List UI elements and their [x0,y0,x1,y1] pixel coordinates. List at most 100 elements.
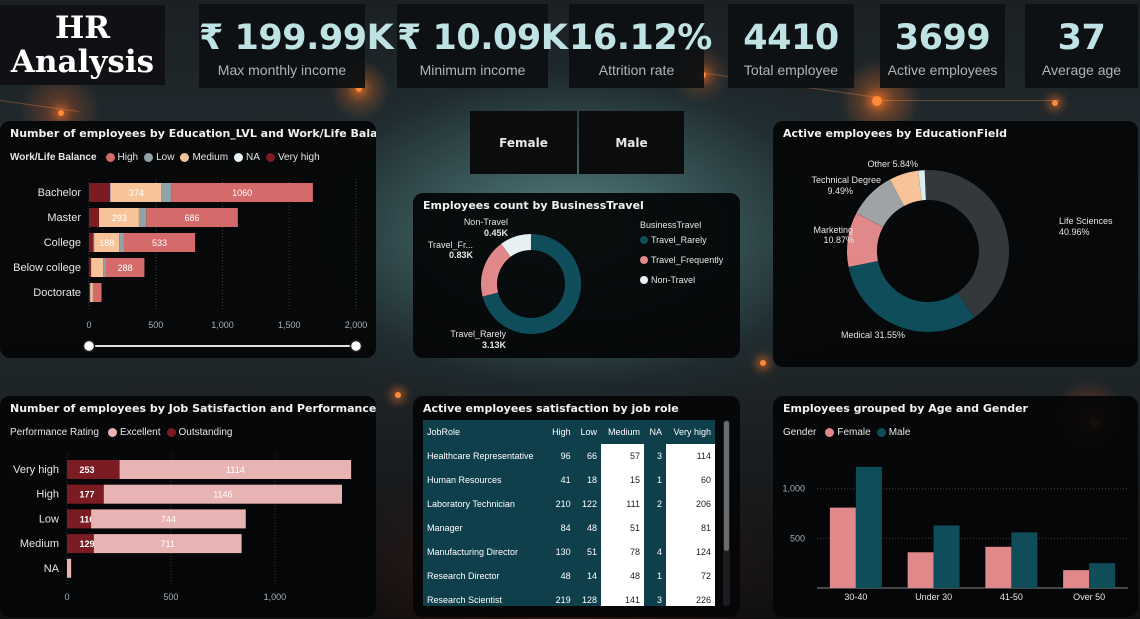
x-tick-label: Under 30 [915,592,952,602]
category-label: Doctorate [33,287,81,299]
bar-segment [89,208,100,227]
female-filter-button[interactable]: Female [470,111,577,174]
bar [829,507,856,588]
job-performance-bar-chart: 0 500 1,000 Very high 253 1114 High 177 1146 Low 1… [13,454,352,602]
background-line [880,100,1060,101]
category-label: High [36,489,59,501]
table-cell: 48 [600,564,644,588]
data-label: 188 [99,238,114,248]
slice-value: 3.13K [482,340,507,350]
dashboard-title: HR Analysis [0,5,165,85]
age-gender-panel: Employees grouped by Age and Gender Gend… [773,396,1138,617]
job-role-table: JobRole High Low Medium NA Very high Hea… [423,420,715,606]
table-cell: 114 [666,444,715,468]
legend-swatch [640,236,648,244]
male-filter-button[interactable]: Male [579,111,684,174]
kpi-label: Active employees [887,62,998,78]
data-label: 711 [161,539,175,549]
education-bar-chart: 0 500 1,000 1,500 2,000 Bachelor 374 1060 Master… [13,179,367,353]
table-row[interactable]: Research Scientist 219 128 141 3 226 [423,588,715,606]
job-role-satisfaction-panel: Active employees satisfaction by job rol… [413,396,740,617]
bar-segment [90,283,93,302]
kpi-total-employee: 4410 Total employee [728,4,854,88]
range-slider-handle-start[interactable] [82,339,96,353]
data-label: 374 [129,188,144,198]
kpi-average-age: 37 Average age [1025,4,1138,88]
table-cell: 111 [600,492,644,516]
bar-segment [92,283,94,302]
title-line-1: HR [54,10,111,46]
column-header-very-high[interactable]: Very high [666,420,715,444]
female-filter-label: Female [499,135,548,150]
table-cell: 51 [600,516,644,540]
table-cell: Manufacturing Director [427,547,519,557]
column-header-jobrole[interactable]: JobRole [423,420,546,444]
background-node [760,360,766,366]
table-cell: 96 [560,451,571,461]
category-label: Master [47,212,81,224]
table-row[interactable]: Healthcare Representative 96 66 57 3 114 [423,444,715,468]
x-tick-label: 0 [86,320,91,330]
legend-item: Travel_Frequently [651,255,724,265]
business-travel-panel: Employees count by BusinessTravel Non-Tr… [413,193,740,358]
x-tick-label: 0 [64,592,69,602]
data-label: 1114 [226,465,245,475]
kpi-label: Average age [1041,62,1122,78]
table-cell: 219 [555,595,571,605]
bar-segment [67,558,72,578]
bar-segment [119,233,124,252]
table-cell: 60 [666,468,715,492]
donut-slice [481,243,511,297]
table-cell [644,516,666,540]
table-row[interactable]: Manufacturing Director 130 51 78 4 124 [423,540,715,564]
job-satisfaction-performance-panel: Number of employees by Job Satisfaction … [0,396,376,617]
kpi-label: Max monthly income [217,62,347,78]
bar [1089,563,1116,588]
table-cell: 84 [560,523,571,533]
table-cell: 72 [666,564,715,588]
table-header-row: JobRole High Low Medium NA Very high [423,420,715,444]
table-cell: 51 [586,547,597,557]
table-cell: 2 [657,499,663,509]
table-cell: 78 [600,540,644,564]
table-cell: 48 [586,523,597,533]
x-tick-label: 500 [148,320,163,330]
table-scrollbar[interactable] [723,420,730,606]
range-slider-handle-end[interactable] [349,339,363,353]
table-cell: 66 [586,451,597,461]
donut-slice [501,234,532,258]
slice-label: Travel_Fr... [428,240,473,250]
x-tick-label: 30-40 [844,592,867,602]
education-field-panel: Active employees by EducationField Other… [773,121,1138,367]
donut-slice [847,213,884,267]
bar-segment [89,283,91,302]
education-worklife-panel: Number of employees by Education_LVL and… [0,121,376,358]
bar-segment [93,283,102,302]
slice-value: 0.45K [484,228,509,238]
kpi-value: 3699 [894,18,991,58]
column-header-medium[interactable]: Medium [600,420,644,444]
legend-item: Travel_Rarely [651,235,707,245]
donut-slice [924,170,1009,318]
category-label: NA [44,563,60,575]
category-label: Below college [13,262,81,274]
table-cell: Research Scientist [427,595,503,605]
table-row[interactable]: Laboratory Technician 210 122 111 2 206 [423,492,715,516]
scrollbar-thumb[interactable] [724,421,729,551]
table-cell: Laboratory Technician [427,499,515,509]
legend-swatch [640,256,648,264]
table-row[interactable]: Human Resources 41 18 15 1 60 [423,468,715,492]
legend-title: BusinessTravel [640,220,701,230]
table-cell: 15 [600,468,644,492]
table-row[interactable]: Research Director 48 14 48 1 72 [423,564,715,588]
kpi-label: Minimum income [419,62,526,78]
slice-label: Other 5.84% [867,159,918,169]
column-header-low[interactable]: Low [575,420,601,444]
slice-label: Technical Degree [811,175,881,185]
column-header-high[interactable]: High [546,420,575,444]
data-label: 1146 [213,490,232,500]
column-header-na[interactable]: NA [644,420,666,444]
slice-value: 0.83K [449,250,474,260]
table-row[interactable]: Manager 84 48 51 81 [423,516,715,540]
data-label: 129 [79,539,94,549]
